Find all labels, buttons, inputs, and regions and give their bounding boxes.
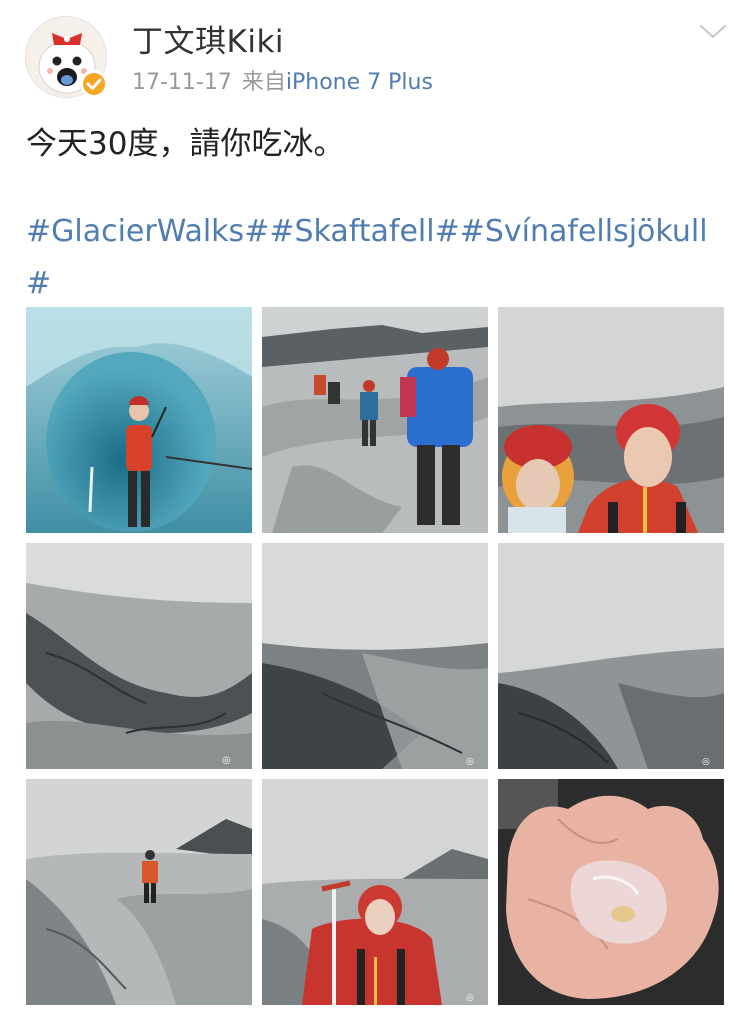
weibo-post: 丁文琪Kiki 17-11-17 来自iPhone 7 Plus 今天30度，請你… [0, 0, 750, 1021]
device-link[interactable]: iPhone 7 Plus [286, 70, 433, 95]
glacier-fog-photo[interactable]: ◎ [262, 543, 488, 769]
author-name[interactable]: 丁文琪Kiki [132, 16, 284, 61]
post-meta: 17-11-17 来自iPhone 7 Plus [132, 64, 433, 96]
post-date: 17-11-17 [132, 70, 232, 95]
glacier-crevasse-photo[interactable]: ◎ [26, 543, 252, 769]
svg-text:◎: ◎ [222, 755, 231, 766]
hashtag-link[interactable]: #GlacierWalks##Skaftafell##Svínafellsjök… [26, 206, 726, 310]
svg-text:◎: ◎ [466, 757, 474, 767]
verified-badge-icon [80, 70, 108, 98]
ice-cave-climber-photo[interactable] [26, 307, 252, 533]
selfie-with-helmets-photo[interactable] [498, 307, 724, 533]
svg-text:◎: ◎ [702, 757, 710, 767]
ice-in-hand-photo[interactable] [498, 779, 724, 1005]
chevron-down-icon[interactable] [698, 22, 728, 42]
photo-grid: ◎ ◎ ◎ ◎ [26, 307, 724, 1005]
source-prefix: 来自 [241, 70, 286, 95]
glacier-ridge-photo[interactable]: ◎ [498, 543, 724, 769]
lone-hiker-glacier-photo[interactable] [26, 779, 252, 1005]
post-text: 今天30度，請你吃冰。 [26, 126, 345, 162]
hikers-on-glacier-photo[interactable] [262, 307, 488, 533]
girl-with-ice-axe-photo[interactable]: ◎ [262, 779, 488, 1005]
svg-text:◎: ◎ [466, 993, 474, 1003]
